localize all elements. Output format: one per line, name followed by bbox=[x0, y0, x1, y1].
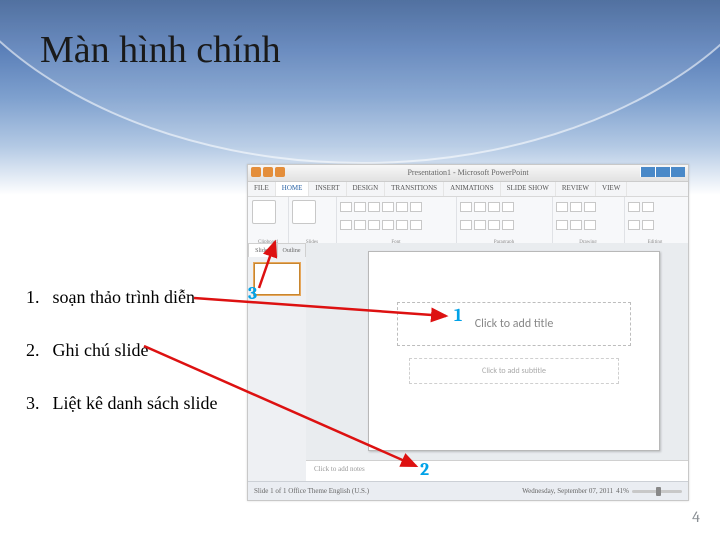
legend-item-1: 1. soạn thảo trình diễn bbox=[26, 285, 217, 310]
callout-3: 3 bbox=[248, 283, 257, 304]
page-number: 4 bbox=[692, 508, 700, 526]
callout-1: 1 bbox=[454, 305, 462, 326]
powerpoint-screenshot: Presentation1 - Microsoft PowerPoint FIL… bbox=[247, 164, 689, 501]
slide-canvas: Click to add title Click to add subtitle bbox=[368, 251, 660, 451]
title-placeholder: Click to add title bbox=[397, 302, 631, 346]
slide-panel: Slides Outline bbox=[248, 243, 307, 482]
notes-pane: Click to add notes bbox=[306, 460, 688, 482]
legend-item-3: 3. Liệt kê danh sách slide bbox=[26, 391, 217, 416]
callout-2: 2 bbox=[420, 459, 429, 480]
decorative-arc bbox=[0, 0, 720, 164]
status-bar: Slide 1 of 1 Office Theme English (U.S.)… bbox=[248, 481, 688, 500]
page-title: Màn hình chính bbox=[40, 28, 281, 72]
legend-item-2: 2. Ghi chú slide bbox=[26, 338, 217, 363]
window-controls bbox=[640, 167, 685, 177]
zoom-control: Wednesday, September 07, 2011 41% bbox=[522, 487, 682, 495]
ribbon-tabs: FILE HOME INSERT DESIGN TRANSITIONS ANIM… bbox=[248, 182, 688, 197]
subtitle-placeholder: Click to add subtitle bbox=[409, 358, 619, 384]
slide-canvas-area: Click to add title Click to add subtitle bbox=[306, 243, 688, 460]
legend-list: 1. soạn thảo trình diễn 2. Ghi chú slide… bbox=[26, 285, 217, 445]
slide-thumbnail bbox=[254, 263, 300, 295]
window-titlebar: Presentation1 - Microsoft PowerPoint bbox=[248, 165, 688, 182]
quick-access-toolbar bbox=[251, 167, 285, 177]
ribbon: Clipboard Slides Font Paragraph Drawing … bbox=[248, 197, 688, 246]
